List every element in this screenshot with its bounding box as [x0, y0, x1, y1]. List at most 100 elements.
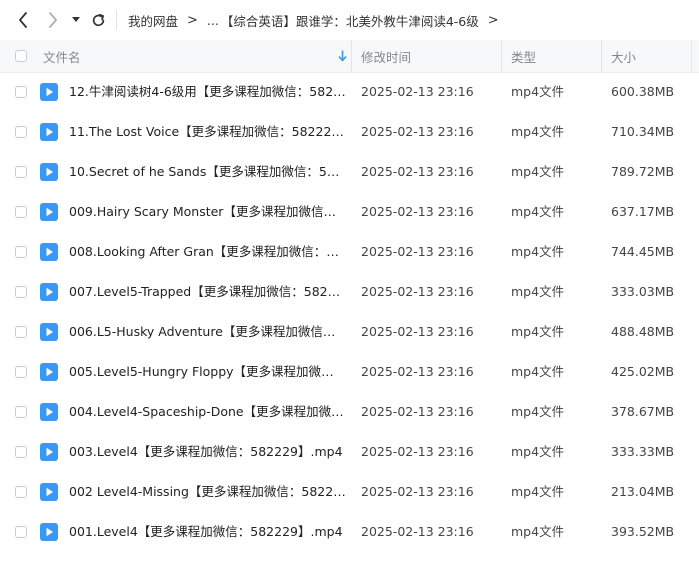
sort-arrow-down-icon — [338, 50, 347, 62]
row-checkbox[interactable] — [15, 326, 27, 338]
file-row[interactable]: 009.Hairy Scary Monster【更多课程加微信：582229】.… — [0, 192, 699, 232]
file-name[interactable]: 001.Level4【更多课程加微信：582229】.mp4 — [69, 512, 346, 552]
video-file-icon — [40, 363, 58, 381]
column-header-size[interactable]: 大小 — [611, 40, 636, 72]
file-modified: 2025-02-13 23:16 — [361, 444, 474, 459]
navigation-bar: 我的网盘 > ... 【综合英语】跟谁学：北美外教牛津阅读4-6级 > — [0, 0, 699, 40]
row-checkbox[interactable] — [15, 526, 27, 538]
column-header-name[interactable]: 文件名 — [43, 40, 81, 72]
file-row[interactable]: 001.Level4【更多课程加微信：582229】.mp4 2025-02-1… — [0, 512, 699, 552]
row-checkbox[interactable] — [15, 206, 27, 218]
file-name[interactable]: 12.牛津阅读树4-6级用【更多课程加微信：582229】.mp4 — [69, 72, 346, 112]
file-row[interactable]: 11.The Lost Voice【更多课程加微信：582229】.mp4 20… — [0, 112, 699, 152]
file-type: mp4文件 — [511, 84, 565, 99]
back-button[interactable] — [12, 8, 34, 32]
file-type: mp4文件 — [511, 444, 565, 459]
file-type: mp4文件 — [511, 204, 565, 219]
file-name[interactable]: 003.Level4【更多课程加微信：582229】.mp4 — [69, 432, 346, 472]
file-size: 637.17MB — [611, 204, 675, 219]
refresh-button[interactable] — [87, 8, 109, 32]
file-size: 393.52MB — [611, 524, 675, 539]
file-row[interactable]: 002 Level4-Missing【更多课程加微信：582229】.mp4 2… — [0, 472, 699, 512]
file-modified: 2025-02-13 23:16 — [361, 324, 474, 339]
row-checkbox[interactable] — [15, 486, 27, 498]
file-row[interactable]: 006.L5-Husky Adventure【更多课程加微信：582229】.m… — [0, 312, 699, 352]
forward-button[interactable] — [42, 8, 64, 32]
file-modified: 2025-02-13 23:16 — [361, 484, 474, 499]
file-type: mp4文件 — [511, 244, 565, 259]
file-row[interactable]: 008.Looking After Gran【更多课程加微信：582229】.m… — [0, 232, 699, 272]
file-modified: 2025-02-13 23:16 — [361, 284, 474, 299]
history-dropdown-button[interactable] — [68, 8, 84, 32]
column-divider[interactable] — [351, 40, 352, 72]
row-checkbox[interactable] — [15, 446, 27, 458]
file-name[interactable]: 002 Level4-Missing【更多课程加微信：582229】.mp4 — [69, 472, 346, 512]
file-size: 213.04MB — [611, 484, 675, 499]
video-file-icon — [40, 523, 58, 541]
row-checkbox[interactable] — [15, 246, 27, 258]
row-checkbox[interactable] — [15, 406, 27, 418]
breadcrumb-root[interactable]: 我的网盘 — [128, 11, 178, 30]
file-modified: 2025-02-13 23:16 — [361, 524, 474, 539]
video-file-icon — [40, 483, 58, 501]
file-type: mp4文件 — [511, 164, 565, 179]
file-modified: 2025-02-13 23:16 — [361, 124, 474, 139]
breadcrumb-separator: > — [487, 12, 499, 28]
file-type: mp4文件 — [511, 324, 565, 339]
file-row[interactable]: 10.Secret of he Sands【更多课程加微信：582229】.mp… — [0, 152, 699, 192]
checkbox-box[interactable] — [15, 50, 27, 62]
file-row[interactable]: 004.Level4-Spaceship-Done【更多课程加微信：582229… — [0, 392, 699, 432]
caret-down-icon — [72, 17, 80, 22]
file-row[interactable]: 005.Level5-Hungry Floppy【更多课程加微信：582229】… — [0, 352, 699, 392]
sort-indicator[interactable] — [338, 40, 347, 72]
column-header-modified[interactable]: 修改时间 — [361, 40, 411, 72]
file-modified: 2025-02-13 23:16 — [361, 204, 474, 219]
file-row[interactable]: 007.Level5-Trapped【更多课程加微信：582229】.mp4 2… — [0, 272, 699, 312]
file-name[interactable]: 005.Level5-Hungry Floppy【更多课程加微信：582229】… — [69, 352, 346, 392]
file-row[interactable]: 003.Level4【更多课程加微信：582229】.mp4 2025-02-1… — [0, 432, 699, 472]
breadcrumb-current-folder[interactable]: 【综合英语】跟谁学：北美外教牛津阅读4-6级 — [221, 11, 479, 30]
file-size: 600.38MB — [611, 84, 675, 99]
file-name[interactable]: 10.Secret of he Sands【更多课程加微信：582229】.mp… — [69, 152, 346, 192]
refresh-icon — [92, 13, 104, 26]
file-type: mp4文件 — [511, 484, 565, 499]
chevron-left-icon — [19, 12, 27, 28]
file-type: mp4文件 — [511, 124, 565, 139]
file-row[interactable]: 12.牛津阅读树4-6级用【更多课程加微信：582229】.mp4 2025-0… — [0, 72, 699, 112]
column-divider[interactable] — [691, 40, 692, 72]
video-file-icon — [40, 403, 58, 421]
file-name[interactable]: 11.The Lost Voice【更多课程加微信：582229】.mp4 — [69, 112, 346, 152]
file-name[interactable]: 004.Level4-Spaceship-Done【更多课程加微信：582229… — [69, 392, 346, 432]
file-size: 488.48MB — [611, 324, 675, 339]
file-size: 378.67MB — [611, 404, 675, 419]
video-file-icon — [40, 323, 58, 341]
file-modified: 2025-02-13 23:16 — [361, 84, 474, 99]
video-file-icon — [40, 283, 58, 301]
column-divider[interactable] — [601, 40, 602, 72]
column-divider[interactable] — [501, 40, 502, 72]
file-name[interactable]: 006.L5-Husky Adventure【更多课程加微信：582229】.m… — [69, 312, 346, 352]
row-checkbox[interactable] — [15, 286, 27, 298]
file-name[interactable]: 007.Level5-Trapped【更多课程加微信：582229】.mp4 — [69, 272, 346, 312]
column-header-type[interactable]: 类型 — [511, 40, 536, 72]
video-file-icon — [40, 163, 58, 181]
file-name[interactable]: 009.Hairy Scary Monster【更多课程加微信：582229】.… — [69, 192, 346, 232]
file-modified: 2025-02-13 23:16 — [361, 164, 474, 179]
file-size: 333.03MB — [611, 284, 675, 299]
breadcrumb: 我的网盘 > ... 【综合英语】跟谁学：北美外教牛津阅读4-6级 > — [128, 0, 508, 40]
file-modified: 2025-02-13 23:16 — [361, 404, 474, 419]
video-file-icon — [40, 83, 58, 101]
video-file-icon — [40, 443, 58, 461]
row-checkbox[interactable] — [15, 366, 27, 378]
video-file-icon — [40, 203, 58, 221]
file-list-header: 文件名 修改时间 类型 大小 — [0, 40, 699, 73]
select-all-checkbox[interactable] — [15, 40, 27, 72]
row-checkbox[interactable] — [15, 166, 27, 178]
row-checkbox[interactable] — [15, 86, 27, 98]
breadcrumb-ellipsis[interactable]: ... — [207, 13, 219, 28]
file-type: mp4文件 — [511, 404, 565, 419]
file-name[interactable]: 008.Looking After Gran【更多课程加微信：582229】.m… — [69, 232, 346, 272]
row-checkbox[interactable] — [15, 126, 27, 138]
file-modified: 2025-02-13 23:16 — [361, 364, 474, 379]
video-file-icon — [40, 123, 58, 141]
